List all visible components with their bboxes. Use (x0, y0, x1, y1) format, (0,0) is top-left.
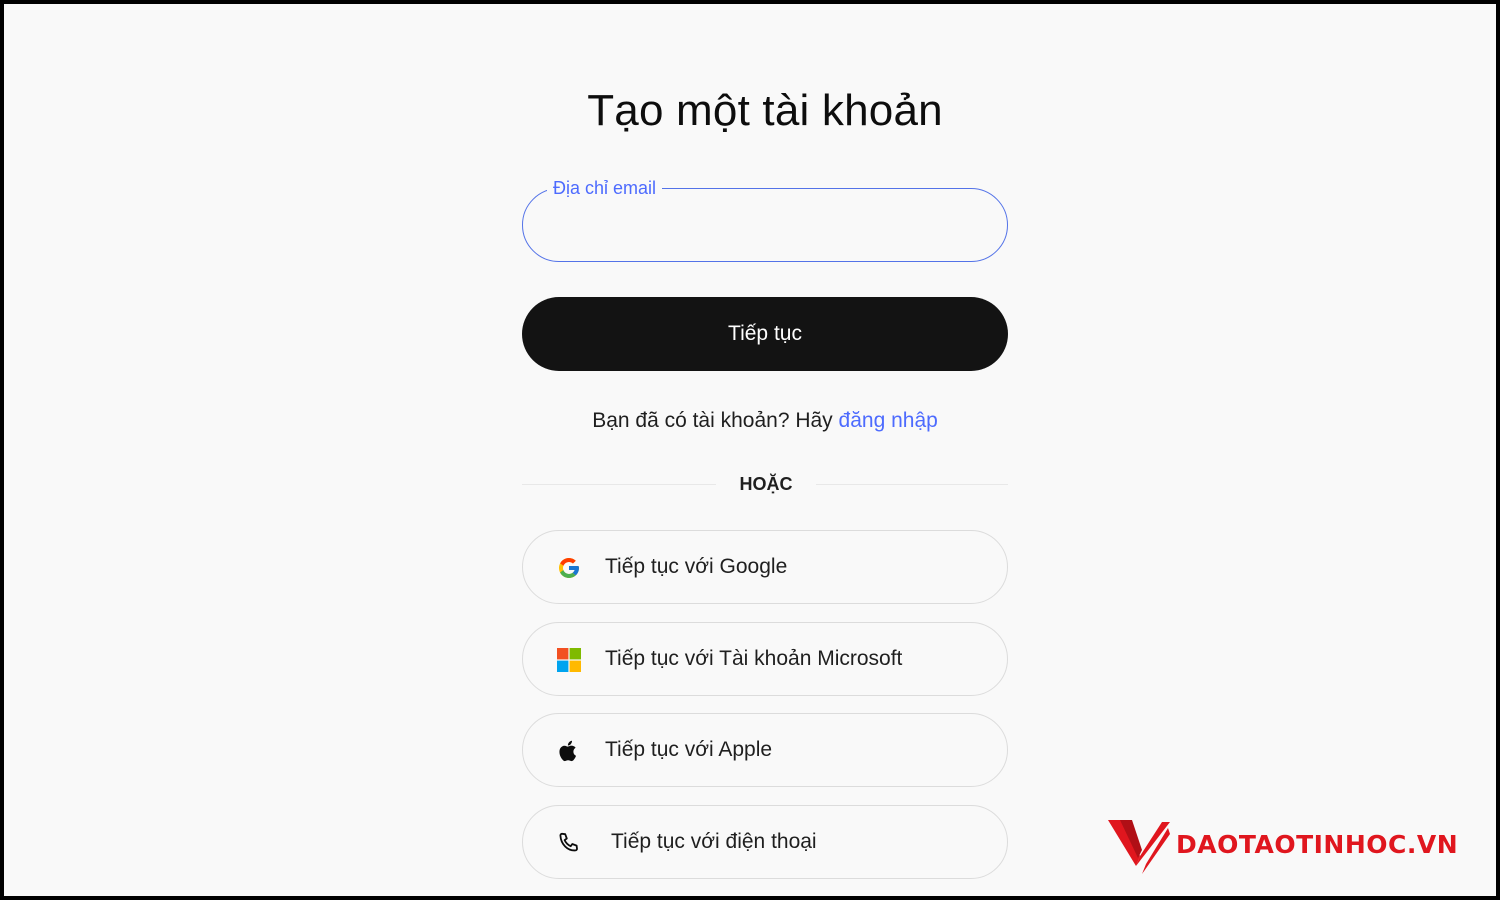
google-icon (559, 558, 579, 578)
phone-login-button[interactable]: Tiếp tục với điện thoại (522, 805, 1008, 879)
microsoft-login-button[interactable]: Tiếp tục với Tài khoản Microsoft (522, 622, 1008, 696)
signup-page: Tạo một tài khoản Địa chỉ email Tiếp tục… (4, 4, 1496, 896)
apple-icon (559, 740, 576, 762)
login-prompt: Bạn đã có tài khoản? Hãy đăng nhập (4, 409, 1496, 433)
page-title: Tạo một tài khoản (587, 86, 943, 135)
email-input[interactable] (547, 211, 983, 243)
microsoft-login-label: Tiếp tục với Tài khoản Microsoft (605, 647, 903, 670)
email-field-label: Địa chỉ email (547, 177, 663, 199)
microsoft-icon (557, 648, 581, 672)
divider-line-right (816, 484, 1008, 485)
watermark-text: DAOTAOTINHOC.VN (1176, 830, 1459, 859)
login-prompt-text: Bạn đã có tài khoản? Hãy (592, 409, 839, 432)
divider-line-left (522, 484, 716, 485)
divider-text: HOẶC (739, 474, 793, 494)
google-login-button[interactable]: Tiếp tục với Google (522, 530, 1008, 604)
apple-login-label: Tiếp tục với Apple (605, 738, 773, 761)
google-login-label: Tiếp tục với Google (605, 555, 788, 578)
continue-button[interactable]: Tiếp tục (522, 297, 1008, 371)
phone-icon (559, 832, 578, 852)
daotaotinhoc-logo-icon (1108, 820, 1170, 874)
email-field[interactable]: Địa chỉ email (522, 177, 1008, 262)
watermark: DAOTAOTINHOC.VN (1106, 814, 1496, 880)
login-link[interactable]: đăng nhập (839, 409, 938, 432)
phone-login-label: Tiếp tục với điện thoại (611, 830, 817, 853)
apple-login-button[interactable]: Tiếp tục với Apple (522, 713, 1008, 787)
